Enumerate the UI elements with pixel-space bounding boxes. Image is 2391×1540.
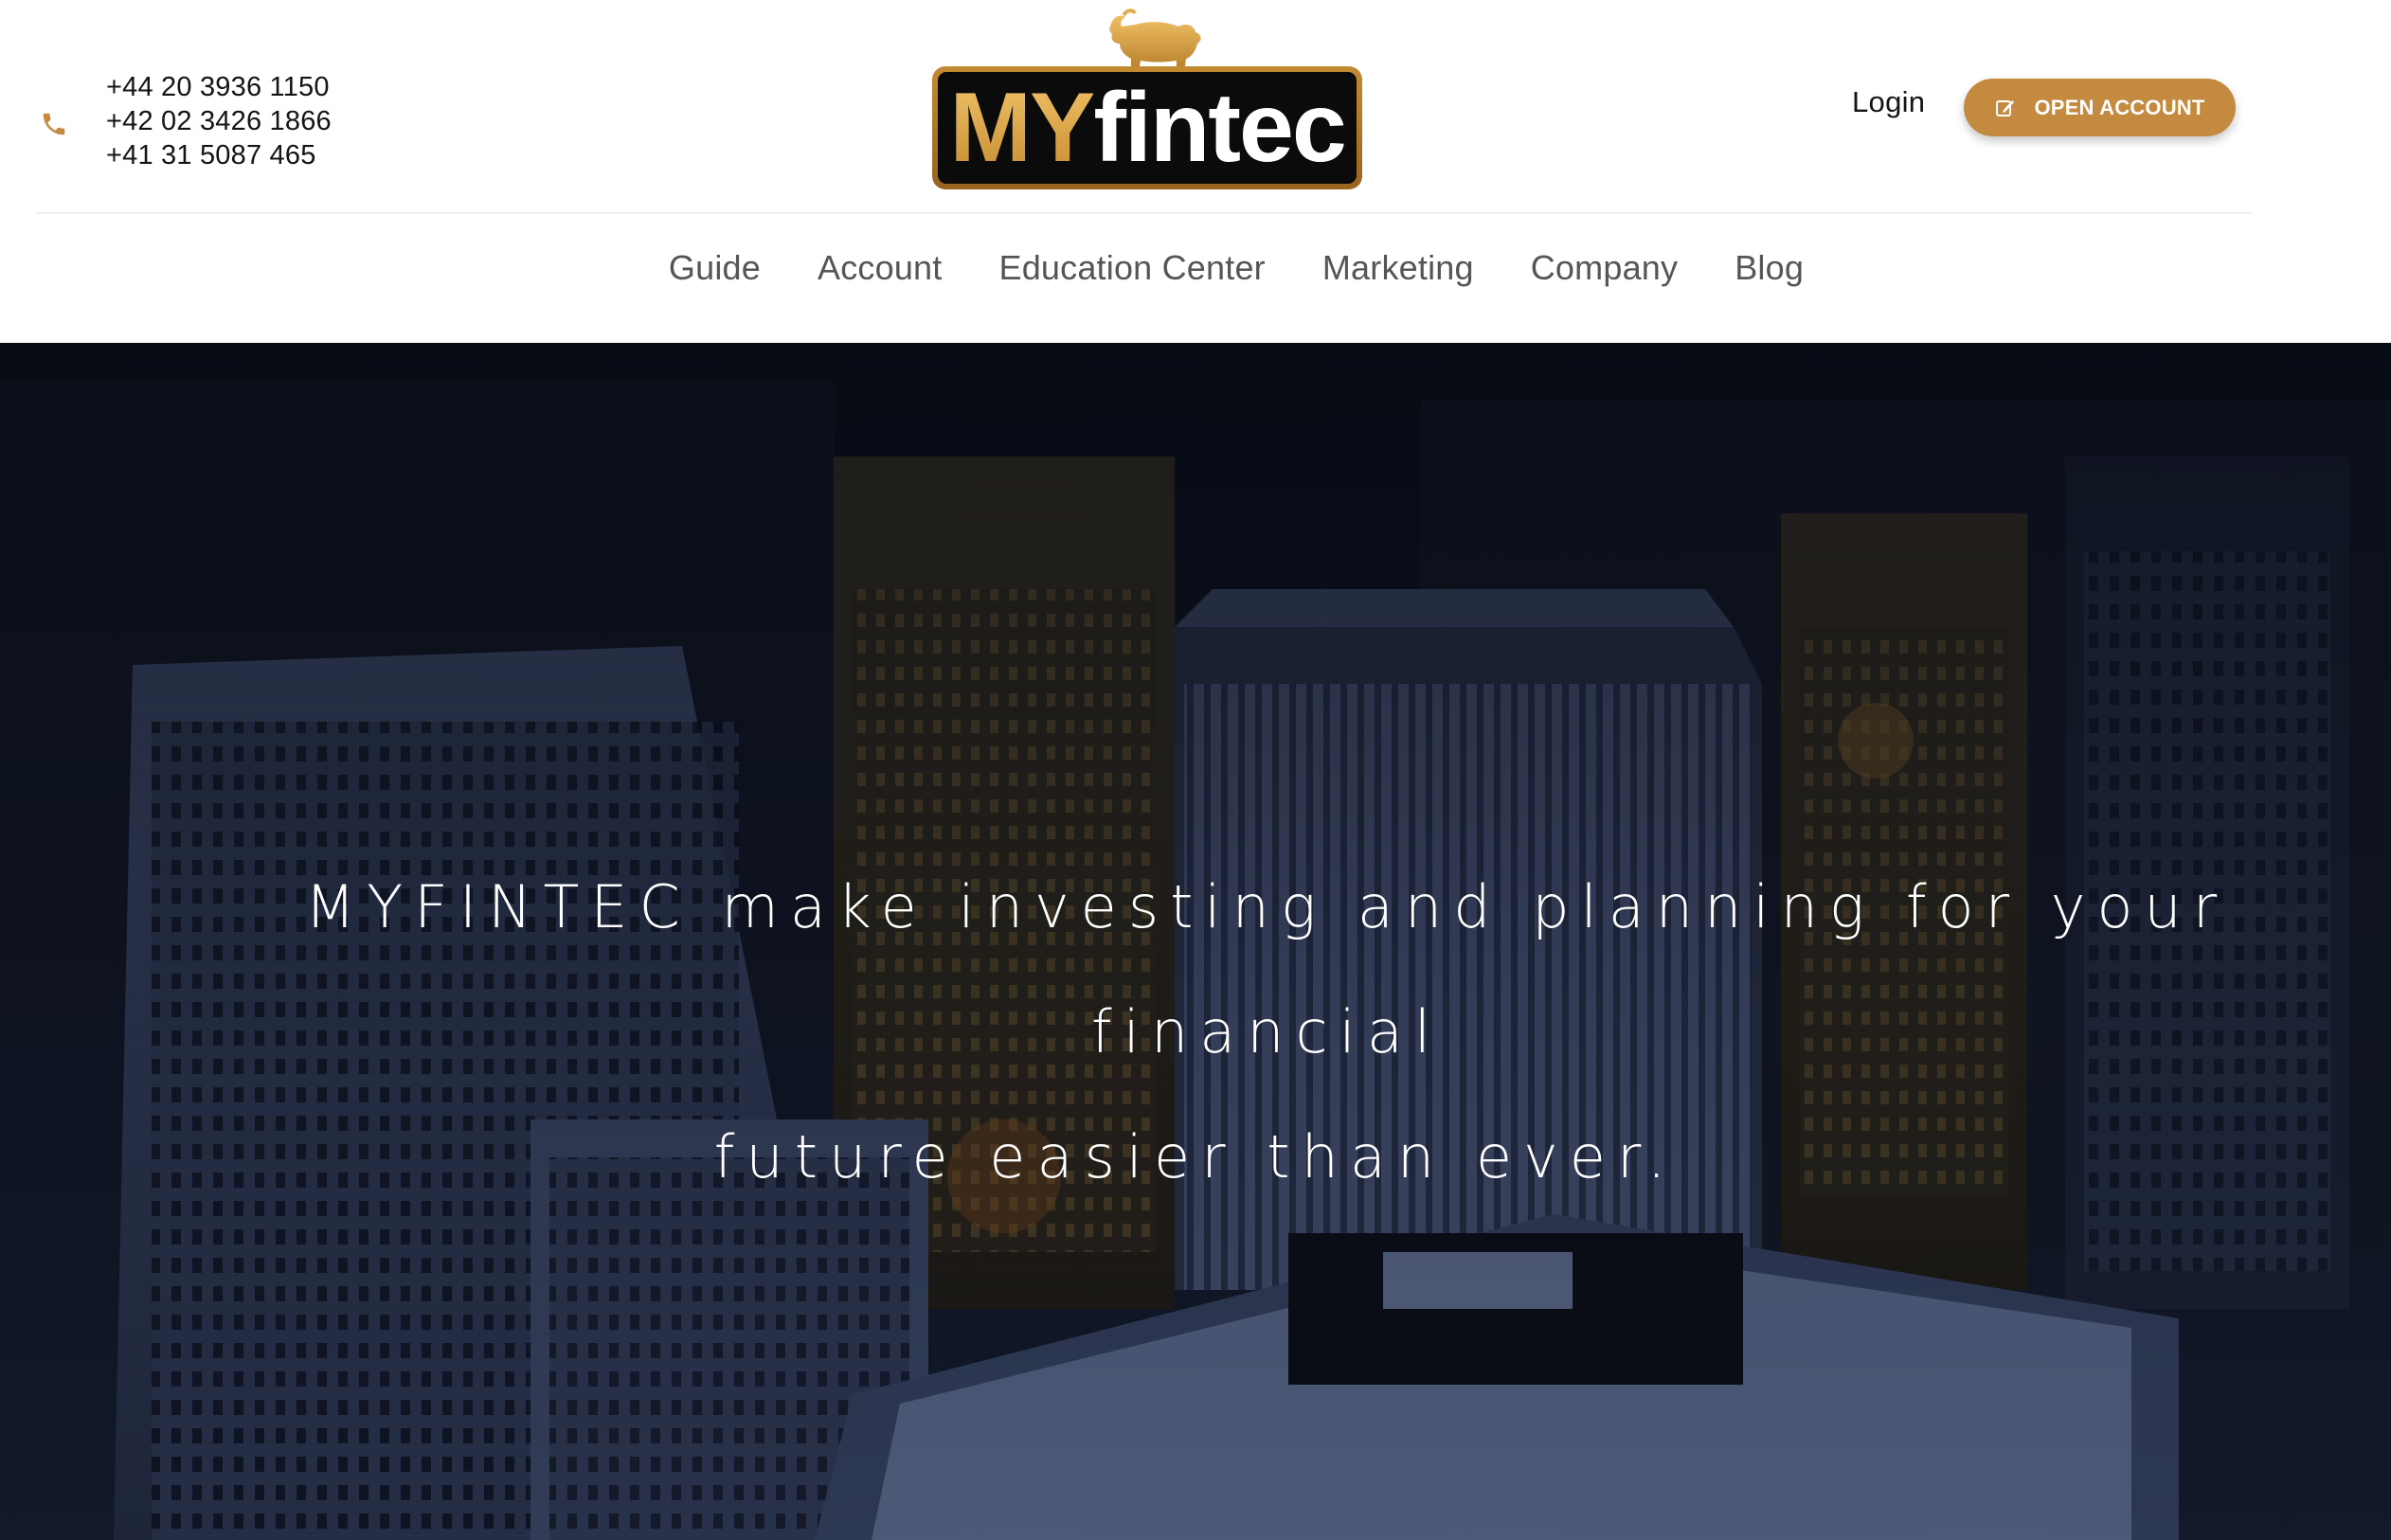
phone-number-uk[interactable]: +44 20 3936 1150 [106, 70, 332, 104]
nav-item-education-center[interactable]: Education Center [998, 248, 1265, 288]
hero-section: MYFINTEC make investing and planning for… [0, 343, 2391, 1540]
nav-item-account[interactable]: Account [818, 248, 942, 288]
open-account-button[interactable]: OPEN ACCOUNT [1964, 79, 2236, 136]
hero-headline: MYFINTEC make investing and planning for… [142, 845, 2391, 1220]
logo-text-fintec: fintec [1093, 72, 1346, 183]
login-link[interactable]: Login [1852, 85, 1925, 119]
logo-wordmark: MY fintec [938, 72, 1357, 184]
phone-contacts: +44 20 3936 1150 +42 02 3426 1866 +41 31… [40, 70, 332, 172]
open-account-label: OPEN ACCOUNT [2034, 95, 2205, 119]
phone-icon [43, 113, 65, 135]
hero-headline-line-2: future easier than ever. [713, 1122, 1678, 1191]
logo-text-my: MY [949, 72, 1095, 183]
logo-badge: MY fintec [932, 66, 1362, 189]
nav-item-guide[interactable]: Guide [669, 248, 761, 288]
edit-icon [1996, 99, 2015, 116]
nav-item-company[interactable]: Company [1531, 248, 1678, 288]
bull-icon [1109, 9, 1201, 72]
main-nav: Guide Account Education Center Marketing… [0, 248, 2391, 288]
phone-number-cz[interactable]: +42 02 3426 1866 [106, 104, 332, 138]
phone-list: +44 20 3936 1150 +42 02 3426 1866 +41 31… [106, 70, 332, 172]
header-divider [36, 212, 2253, 214]
nav-item-marketing[interactable]: Marketing [1322, 248, 1474, 288]
nav-items: Guide Account Education Center Marketing… [640, 248, 1832, 288]
hero-headline-line-1: MYFINTEC make investing and planning for… [304, 872, 2229, 1066]
myfintec-logo[interactable]: MY fintec [928, 6, 1366, 189]
site-header: +44 20 3936 1150 +42 02 3426 1866 +41 31… [0, 0, 2391, 343]
phone-number-ch[interactable]: +41 31 5087 465 [106, 138, 332, 172]
nav-item-blog[interactable]: Blog [1735, 248, 1804, 288]
